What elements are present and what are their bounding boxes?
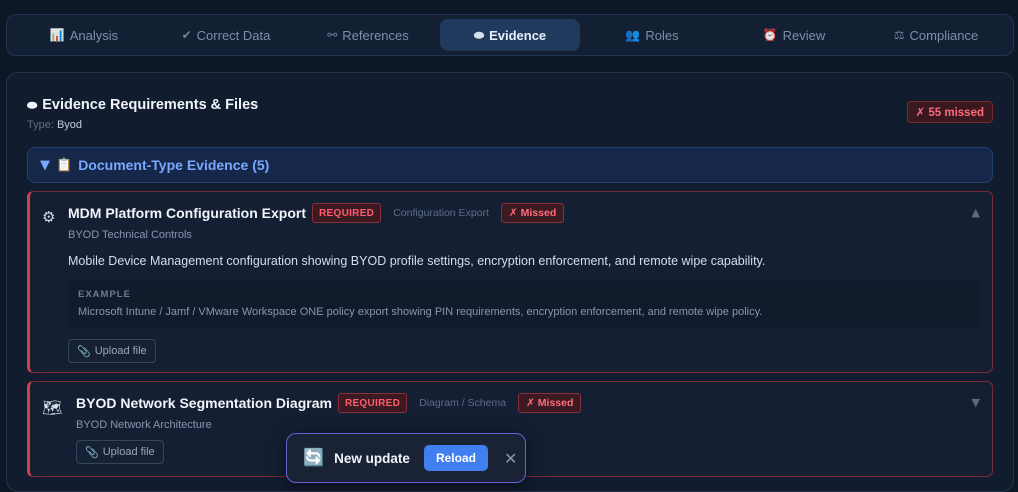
link-icon: ⚯ — [327, 28, 338, 42]
evidence-type: Configuration Export — [393, 207, 489, 219]
folder-icon: ⬬ — [27, 97, 38, 112]
triangle-down-icon: ▼ — [40, 157, 50, 173]
tab-label: Correct Data — [196, 27, 271, 43]
upload-file-button[interactable]: 📎 Upload file — [68, 339, 156, 363]
type-label: Type: — [27, 119, 54, 131]
close-icon[interactable]: ✕ — [504, 449, 517, 468]
example-label: EXAMPLE — [78, 289, 131, 300]
tab-references[interactable]: ⚯ References — [298, 19, 438, 51]
toast-message: New update — [334, 450, 410, 466]
card-subtitle: BYOD Network Architecture — [76, 419, 212, 431]
tab-compliance[interactable]: ⚖ Compliance — [866, 19, 1006, 51]
card-description: Mobile Device Management configuration s… — [68, 254, 766, 268]
card-subtitle: BYOD Technical Controls — [68, 229, 192, 241]
example-text: Microsoft Intune / Jamf / VMware Workspa… — [78, 306, 763, 318]
tab-label: Compliance — [909, 27, 979, 43]
missed-count-badge: ✗ 55 missed — [906, 101, 993, 123]
section-toggle-document-evidence[interactable]: ▼ 📋 Document-Type Evidence (5) — [27, 147, 993, 183]
section-title: Document-Type Evidence (5) — [78, 157, 270, 173]
tab-label: Analysis — [69, 27, 119, 43]
tab-roles[interactable]: 👥 Roles — [582, 19, 722, 51]
tab-evidence[interactable]: ⬬ Evidence — [440, 19, 580, 51]
evidence-card[interactable]: ⚙ MDM Platform Configuration Export REQU… — [27, 191, 993, 373]
paperclip-icon: 📎 — [85, 445, 99, 459]
tab-label: Evidence — [489, 27, 547, 43]
panel-title-text: Evidence Requirements & Files — [42, 97, 259, 113]
scales-icon: ⚖ — [893, 28, 905, 42]
type-value: Byod — [56, 119, 83, 131]
paperclip-icon: 📎 — [77, 344, 91, 358]
tab-correct-data[interactable]: ✔ Correct Data — [156, 19, 296, 51]
expand-chevron-icon[interactable]: ▼ — [972, 396, 980, 409]
status-badge: ✗ Missed — [500, 203, 565, 223]
required-badge: REQUIRED — [312, 203, 382, 223]
reload-button[interactable]: Reload — [423, 445, 488, 471]
upload-file-button[interactable]: 📎 Upload file — [76, 440, 164, 464]
required-badge: REQUIRED — [337, 393, 408, 413]
clipboard-icon: 📋 — [56, 157, 73, 173]
tab-review[interactable]: ⏰ Review — [724, 19, 864, 51]
tab-label: References — [342, 27, 409, 43]
evidence-panel: ⬬ Evidence Requirements & Files Type: By… — [6, 72, 1014, 492]
tab-label: Roles — [645, 27, 679, 43]
tab-label: Review — [782, 27, 826, 43]
card-title: BYOD Network Segmentation Diagram — [76, 395, 332, 411]
card-title-row: MDM Platform Configuration Export REQUIR… — [68, 203, 565, 223]
alarm-clock-icon: ⏰ — [762, 28, 778, 42]
card-title: MDM Platform Configuration Export — [68, 205, 306, 221]
panel-type: Type: Byod — [27, 119, 82, 131]
update-toast: 🔄 New update Reload ✕ — [286, 433, 526, 483]
panel-title: ⬬ Evidence Requirements & Files — [27, 97, 258, 113]
world-map-icon: 🗺 — [42, 398, 63, 417]
upload-label: Upload file — [94, 345, 147, 357]
check-icon: ✔ — [181, 28, 192, 42]
collapse-chevron-icon[interactable]: ▲ — [972, 206, 980, 219]
folder-icon: ⬬ — [473, 27, 485, 42]
tab-bar: 📊 Analysis ✔ Correct Data ⚯ References ⬬ Evi… — [6, 14, 1014, 56]
people-icon: 👥 — [625, 28, 641, 42]
sync-icon: 🔄 — [303, 448, 325, 468]
gear-icon: ⚙ — [42, 208, 56, 226]
status-badge: ✗ Missed — [518, 393, 582, 413]
evidence-type: Diagram / Schema — [419, 397, 507, 409]
example-box: EXAMPLE Microsoft Intune / Jamf / VMware… — [68, 281, 980, 327]
card-title-row: BYOD Network Segmentation Diagram REQUIR… — [76, 393, 582, 413]
tab-analysis[interactable]: 📊 Analysis — [14, 19, 154, 51]
chart-icon: 📊 — [49, 28, 65, 42]
upload-label: Upload file — [102, 446, 155, 458]
